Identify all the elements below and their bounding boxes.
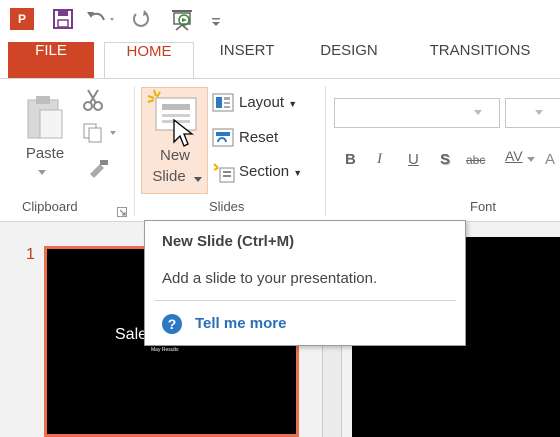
tab-design[interactable]: DESIGN (300, 42, 398, 78)
font-size-combobox[interactable] (505, 98, 560, 128)
new-slide-label-line2: Slide (152, 168, 186, 185)
format-painter-icon[interactable] (86, 158, 110, 182)
layout-dropdown-icon: ▼ (288, 99, 298, 109)
tooltip-divider (154, 300, 456, 301)
section-dropdown-icon: ▼ (293, 168, 303, 178)
powerpoint-logo-icon: P (10, 8, 34, 30)
tab-file[interactable]: FILE (8, 42, 94, 78)
section-icon (212, 162, 236, 188)
layout-button[interactable]: Layout ▼ (239, 94, 297, 111)
tell-me-more-link[interactable]: Tell me more (195, 315, 286, 332)
layout-label: Layout (239, 94, 285, 111)
copy-icon[interactable] (82, 122, 120, 148)
section-label: Section (239, 163, 290, 180)
paste-button[interactable]: Paste (20, 145, 70, 162)
italic-button[interactable]: I (377, 151, 382, 168)
character-spacing-button[interactable]: AV (505, 148, 523, 164)
thumbnail-title: Sale (115, 326, 148, 343)
slideshow-icon[interactable] (170, 8, 196, 32)
change-case-icon[interactable]: A (545, 151, 555, 168)
font-size-dropdown-icon[interactable] (535, 110, 543, 115)
reset-button[interactable]: Reset (239, 129, 278, 146)
character-spacing-dropdown-icon[interactable] (527, 157, 535, 162)
group-separator (325, 86, 326, 216)
tab-home[interactable]: HOME (104, 42, 194, 80)
section-button[interactable]: Section ▼ (239, 163, 302, 180)
undo-icon[interactable] (84, 8, 118, 32)
cut-icon[interactable] (82, 88, 106, 116)
reset-icon (212, 128, 234, 152)
group-separator (134, 86, 135, 216)
paste-dropdown-icon[interactable] (38, 170, 46, 175)
font-group-label: Font (470, 199, 497, 214)
help-icon[interactable]: ? (162, 314, 182, 334)
dialog-launcher-icon[interactable] (117, 202, 127, 221)
strikethrough-button[interactable]: abc (466, 153, 485, 167)
tab-insert[interactable]: INSERT (204, 42, 290, 78)
thumbnail-subtitle: May Results (151, 347, 179, 353)
underline-button[interactable]: U (408, 151, 419, 168)
redo-icon[interactable] (130, 8, 152, 32)
new-slide-label-line1: New (159, 147, 190, 164)
slides-group-label: Slides (209, 199, 245, 214)
new-slide-dropdown-icon[interactable] (194, 177, 202, 182)
shadow-button[interactable]: S (440, 151, 450, 168)
tab-transitions[interactable]: TRANSITIONS (410, 42, 550, 78)
customize-qat-icon[interactable] (210, 8, 222, 32)
layout-icon (212, 93, 234, 117)
bold-button[interactable]: B (345, 151, 356, 168)
font-name-dropdown-icon[interactable] (474, 110, 482, 115)
save-icon[interactable] (52, 8, 74, 32)
tooltip-title: New Slide (Ctrl+M) (162, 233, 295, 250)
paste-icon[interactable] (22, 94, 66, 142)
clipboard-group-label: Clipboard (22, 199, 78, 214)
tooltip-description: Add a slide to your presentation. (162, 270, 378, 287)
slide-number: 1 (26, 246, 35, 263)
